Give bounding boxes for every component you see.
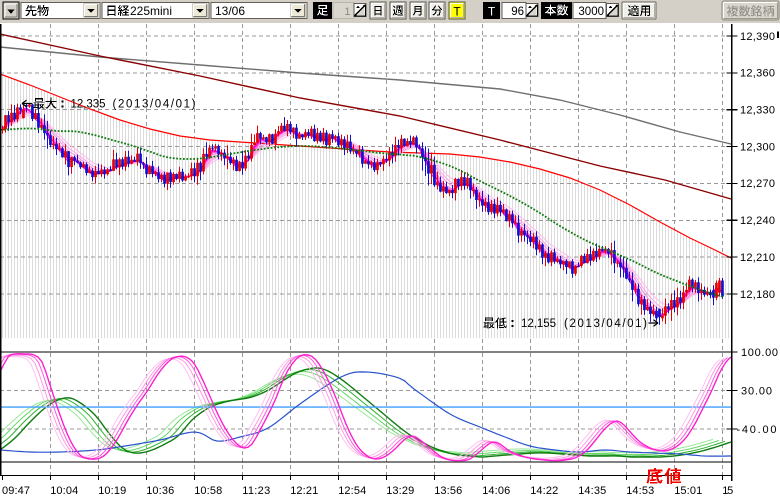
svg-text:12,155: 12,155 [521, 318, 556, 330]
svg-text:09:47: 09:47 [2, 485, 30, 497]
svg-text:14:22: 14:22 [530, 485, 558, 497]
svg-text:11:23: 11:23 [242, 485, 270, 497]
svg-text:12,390: 12,390 [740, 31, 775, 43]
svg-text:30.00: 30.00 [741, 385, 772, 397]
svg-text:(2013/04/01): (2013/04/01) [564, 318, 647, 330]
svg-text:13:29: 13:29 [386, 485, 414, 497]
svg-text:T: T [488, 4, 496, 18]
svg-text:15:01: 15:01 [674, 485, 702, 497]
svg-text:12,270: 12,270 [740, 178, 775, 190]
svg-text:12:21: 12:21 [290, 485, 318, 497]
svg-text:100.00: 100.00 [741, 347, 778, 359]
svg-text:12,330: 12,330 [740, 105, 775, 117]
svg-text:96: 96 [511, 6, 524, 18]
svg-text:T: T [453, 4, 461, 18]
svg-text:12:54: 12:54 [338, 485, 366, 497]
svg-text:225mini: 225mini [130, 4, 172, 18]
svg-text:14:06: 14:06 [482, 485, 510, 497]
svg-text:10:19: 10:19 [98, 485, 126, 497]
svg-text:13:56: 13:56 [434, 485, 462, 497]
svg-text:13/06: 13/06 [215, 4, 245, 18]
svg-text:12,300: 12,300 [740, 141, 775, 153]
svg-text:1: 1 [344, 6, 350, 18]
svg-text:12,360: 12,360 [740, 68, 775, 80]
svg-text:12,180: 12,180 [740, 289, 775, 301]
svg-text:12,335: 12,335 [71, 99, 106, 111]
svg-text:10:58: 10:58 [194, 485, 222, 497]
svg-text:3000: 3000 [578, 6, 604, 18]
svg-text:12,210: 12,210 [740, 252, 775, 264]
svg-text:15: 15 [722, 485, 733, 497]
svg-text:10:04: 10:04 [50, 485, 78, 497]
svg-text:14:53: 14:53 [626, 485, 654, 497]
svg-text:14:35: 14:35 [578, 485, 606, 497]
svg-text:10:36: 10:36 [146, 485, 174, 497]
svg-text:(2013/04/01): (2013/04/01) [113, 99, 196, 111]
svg-text:12,240: 12,240 [740, 215, 775, 227]
